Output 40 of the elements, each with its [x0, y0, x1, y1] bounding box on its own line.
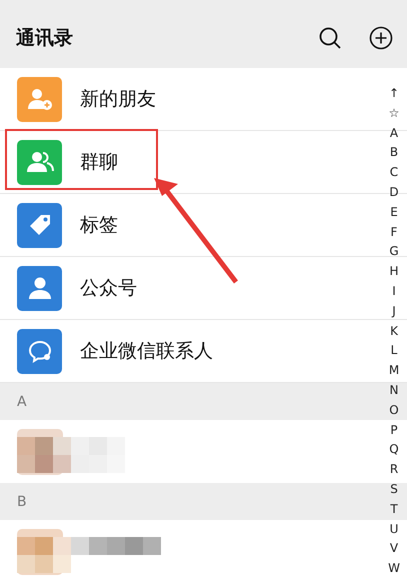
index-letter[interactable]: L: [390, 341, 398, 362]
index-letter[interactable]: N: [390, 380, 398, 401]
index-letter[interactable]: ☆: [388, 104, 400, 124]
entry-label[interactable]: 标签: [80, 212, 118, 238]
person-icon: [28, 276, 52, 300]
index-letter[interactable]: E: [390, 202, 398, 223]
index-letter[interactable]: Q: [389, 440, 399, 460]
entry-label[interactable]: 公众号: [80, 275, 137, 301]
index-letter[interactable]: G: [389, 242, 399, 262]
people-icon: [26, 151, 54, 173]
section-letter: A: [17, 394, 27, 410]
index-letter[interactable]: I: [392, 282, 396, 302]
entry-label[interactable]: 群聊: [80, 149, 118, 175]
tag-icon: [28, 213, 52, 237]
index-letter[interactable]: H: [389, 262, 399, 282]
index-letter[interactable]: U: [390, 520, 398, 540]
section-letter: B: [17, 494, 27, 510]
entry-label[interactable]: 企业微信联系人: [80, 338, 213, 364]
person-add-icon: [26, 87, 52, 111]
chat-bubble-icon: [26, 339, 52, 363]
index-letter[interactable]: J: [392, 302, 396, 322]
index-letter[interactable]: M: [388, 361, 400, 381]
index-letter[interactable]: V: [390, 539, 398, 560]
index-letter[interactable]: S: [390, 480, 398, 500]
index-letter[interactable]: K: [390, 322, 398, 342]
index-letter[interactable]: C: [390, 163, 398, 183]
search-icon[interactable]: [319, 27, 341, 49]
index-letter[interactable]: ↑: [388, 84, 400, 104]
entry-label[interactable]: 新的朋友: [80, 86, 156, 112]
add-icon[interactable]: [369, 26, 393, 50]
index-letter[interactable]: A: [390, 124, 398, 144]
page-title: 通讯录: [16, 26, 74, 51]
index-letter[interactable]: B: [390, 143, 398, 164]
index-letter[interactable]: D: [389, 182, 399, 203]
index-letter[interactable]: R: [390, 460, 398, 480]
index-letter[interactable]: T: [390, 500, 398, 520]
index-letter[interactable]: O: [389, 400, 399, 421]
index-letter[interactable]: F: [390, 222, 398, 242]
index-letter[interactable]: P: [390, 420, 398, 440]
index-letter[interactable]: W: [388, 559, 400, 579]
